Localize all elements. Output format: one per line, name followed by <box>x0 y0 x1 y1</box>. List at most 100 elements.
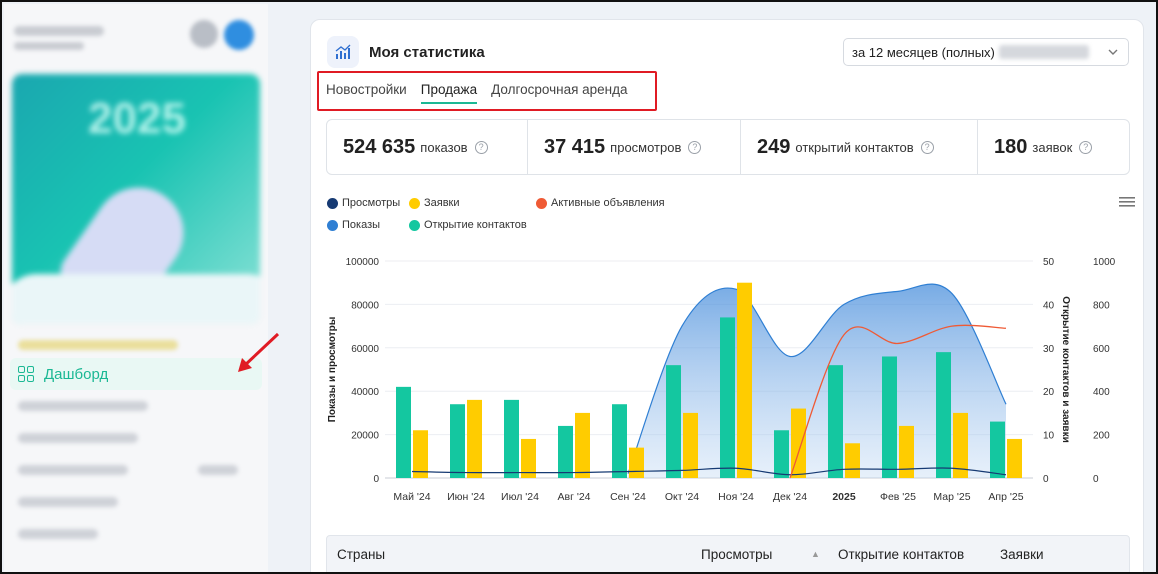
x-tick-label: Фев '25 <box>880 491 916 503</box>
help-icon[interactable]: ? <box>688 140 702 154</box>
y-tick-label-right-inner: 10 <box>1043 431 1055 442</box>
stat-value: 524 635 <box>343 135 416 158</box>
user-block <box>14 18 258 58</box>
x-tick-label: Июн '24 <box>447 491 485 503</box>
bar-contacts <box>828 365 843 478</box>
stat-label: заявок <box>1032 139 1073 155</box>
bar-requests <box>467 399 482 478</box>
stat-views: 37 415 просмотров ? <box>528 120 741 174</box>
y-tick-label-left: 20000 <box>351 431 379 442</box>
sidebar-item-blurred-1[interactable] <box>10 332 262 358</box>
legend-item-views[interactable]: Просмотры <box>327 197 400 209</box>
legend-swatch <box>327 219 338 231</box>
legend-item-active-ads[interactable]: Активные объявления <box>536 197 665 209</box>
y-tick-label-right-outer: 200 <box>1093 431 1110 442</box>
legend-label: Показы <box>342 219 381 231</box>
stat-contacts: 249 открытий контактов ? <box>741 120 978 174</box>
period-select[interactable]: за 12 месяцев (полных) <box>843 38 1129 66</box>
tab-new-buildings[interactable]: Новостройки <box>326 82 407 104</box>
period-select-value: за 12 месяцев (полных) <box>852 44 995 60</box>
y-axis-title-left: Показы и просмотры <box>327 317 338 423</box>
column-header-requests[interactable]: Заявки <box>1000 547 1044 562</box>
category-tabs: Новостройки Продажа Долгосрочная аренда <box>326 82 628 104</box>
stat-requests: 180 заявок ? <box>978 120 1129 174</box>
bar-requests <box>737 282 752 478</box>
y-tick-label-right-inner: 30 <box>1043 344 1055 355</box>
promo-banner-image[interactable]: 2025 <box>12 74 260 324</box>
legend-swatch <box>409 197 420 209</box>
card-header: Моя статистика <box>327 36 485 68</box>
x-tick-label: Июл '24 <box>501 491 539 503</box>
sidebar-item-blurred-5[interactable] <box>10 486 262 518</box>
statistics-card: Моя статистика за 12 месяцев (полных) Но… <box>310 19 1144 572</box>
y-tick-label-right-inner: 40 <box>1043 300 1055 311</box>
stat-label: открытий контактов <box>795 139 914 155</box>
bar-requests <box>845 443 860 478</box>
stat-value: 180 <box>994 135 1028 158</box>
legend-item-shows[interactable]: Показы <box>327 219 380 231</box>
tab-sale[interactable]: Продажа <box>420 82 478 104</box>
bar-contacts <box>450 404 465 478</box>
bar-chart-icon <box>327 36 359 68</box>
x-tick-label: Ноя '24 <box>718 491 754 503</box>
y-axis-title-right: Открытие контактов и заявки <box>1060 296 1071 442</box>
bar-requests <box>1007 438 1022 478</box>
stat-shows: 524 635 показов ? <box>327 120 528 174</box>
bar-contacts <box>396 386 411 478</box>
chart-menu-icon[interactable] <box>1119 196 1135 208</box>
y-tick-label-right-inner: 50 <box>1043 257 1055 268</box>
help-icon[interactable]: ? <box>474 140 488 154</box>
period-blurred-dates <box>998 45 1089 59</box>
legend-item-requests[interactable]: Заявки <box>409 197 460 209</box>
legend-label: Просмотры <box>342 197 401 209</box>
stat-label: показов <box>420 139 468 155</box>
bar-requests <box>629 447 644 478</box>
x-tick-label: Май '24 <box>393 491 430 503</box>
sidebar-menu: Дашборд <box>4 332 268 550</box>
bar-contacts <box>558 425 573 478</box>
bar-contacts <box>612 404 627 478</box>
sort-arrow-icon[interactable]: ▲ <box>811 549 820 559</box>
y-tick-label-left: 60000 <box>351 344 379 355</box>
column-header-countries[interactable]: Страны <box>337 547 385 562</box>
y-tick-label-left: 0 <box>373 474 379 485</box>
bar-requests <box>575 412 590 478</box>
stats-summary: 524 635 показов ? 37 415 просмотров ? 24… <box>326 119 1130 175</box>
column-header-contacts[interactable]: Открытие контактов <box>838 547 964 562</box>
column-header-views[interactable]: Просмотры <box>701 547 772 562</box>
y-tick-label-right-outer: 400 <box>1093 387 1110 398</box>
dashboard-icon <box>18 366 34 382</box>
help-icon[interactable]: ? <box>920 140 934 154</box>
tab-long-term-rent[interactable]: Долгосрочная аренда <box>491 82 627 104</box>
sidebar-item-blurred-6[interactable] <box>10 518 262 550</box>
screenshot-frame: 2025 Дашборд Моя статистика за 12 месяце… <box>0 0 1158 574</box>
bar-requests <box>899 425 914 478</box>
chart-legend: Просмотры Заявки Активные объявления Пок… <box>327 197 847 237</box>
stat-label: просмотров <box>610 139 682 155</box>
sidebar: 2025 Дашборд <box>4 4 268 572</box>
bar-contacts <box>882 356 897 478</box>
annotation-arrow <box>238 332 280 372</box>
x-tick-label: Мар '25 <box>933 491 970 503</box>
bar-contacts <box>774 430 789 478</box>
x-tick-label: Дек '24 <box>773 491 807 503</box>
x-tick-label: Апр '25 <box>988 491 1023 503</box>
bar-requests <box>413 430 428 478</box>
sidebar-item-blurred-3[interactable] <box>10 422 262 454</box>
sidebar-item-blurred-2[interactable] <box>10 390 262 422</box>
y-tick-label-right-inner: 20 <box>1043 387 1055 398</box>
y-tick-label-right-outer: 1000 <box>1093 257 1116 268</box>
help-icon[interactable]: ? <box>1079 140 1093 154</box>
legend-item-contacts[interactable]: Открытие контактов <box>409 219 527 231</box>
x-tick-label: Окт '24 <box>665 491 699 503</box>
statistics-chart: 0 20000 40000 60000 80000 100000 0 10 20 30 40 50 0 2… <box>327 257 1116 503</box>
y-tick-label-right-outer: 0 <box>1093 474 1099 485</box>
x-tick-label: 2025 <box>832 491 856 503</box>
bar-contacts <box>720 317 735 478</box>
y-tick-label-left: 40000 <box>351 387 379 398</box>
bar-contacts <box>666 365 681 478</box>
sidebar-item-dashboard[interactable]: Дашборд <box>10 358 262 390</box>
legend-swatch <box>409 219 420 231</box>
sidebar-item-blurred-4[interactable] <box>10 454 262 486</box>
bar-contacts <box>990 421 1005 478</box>
